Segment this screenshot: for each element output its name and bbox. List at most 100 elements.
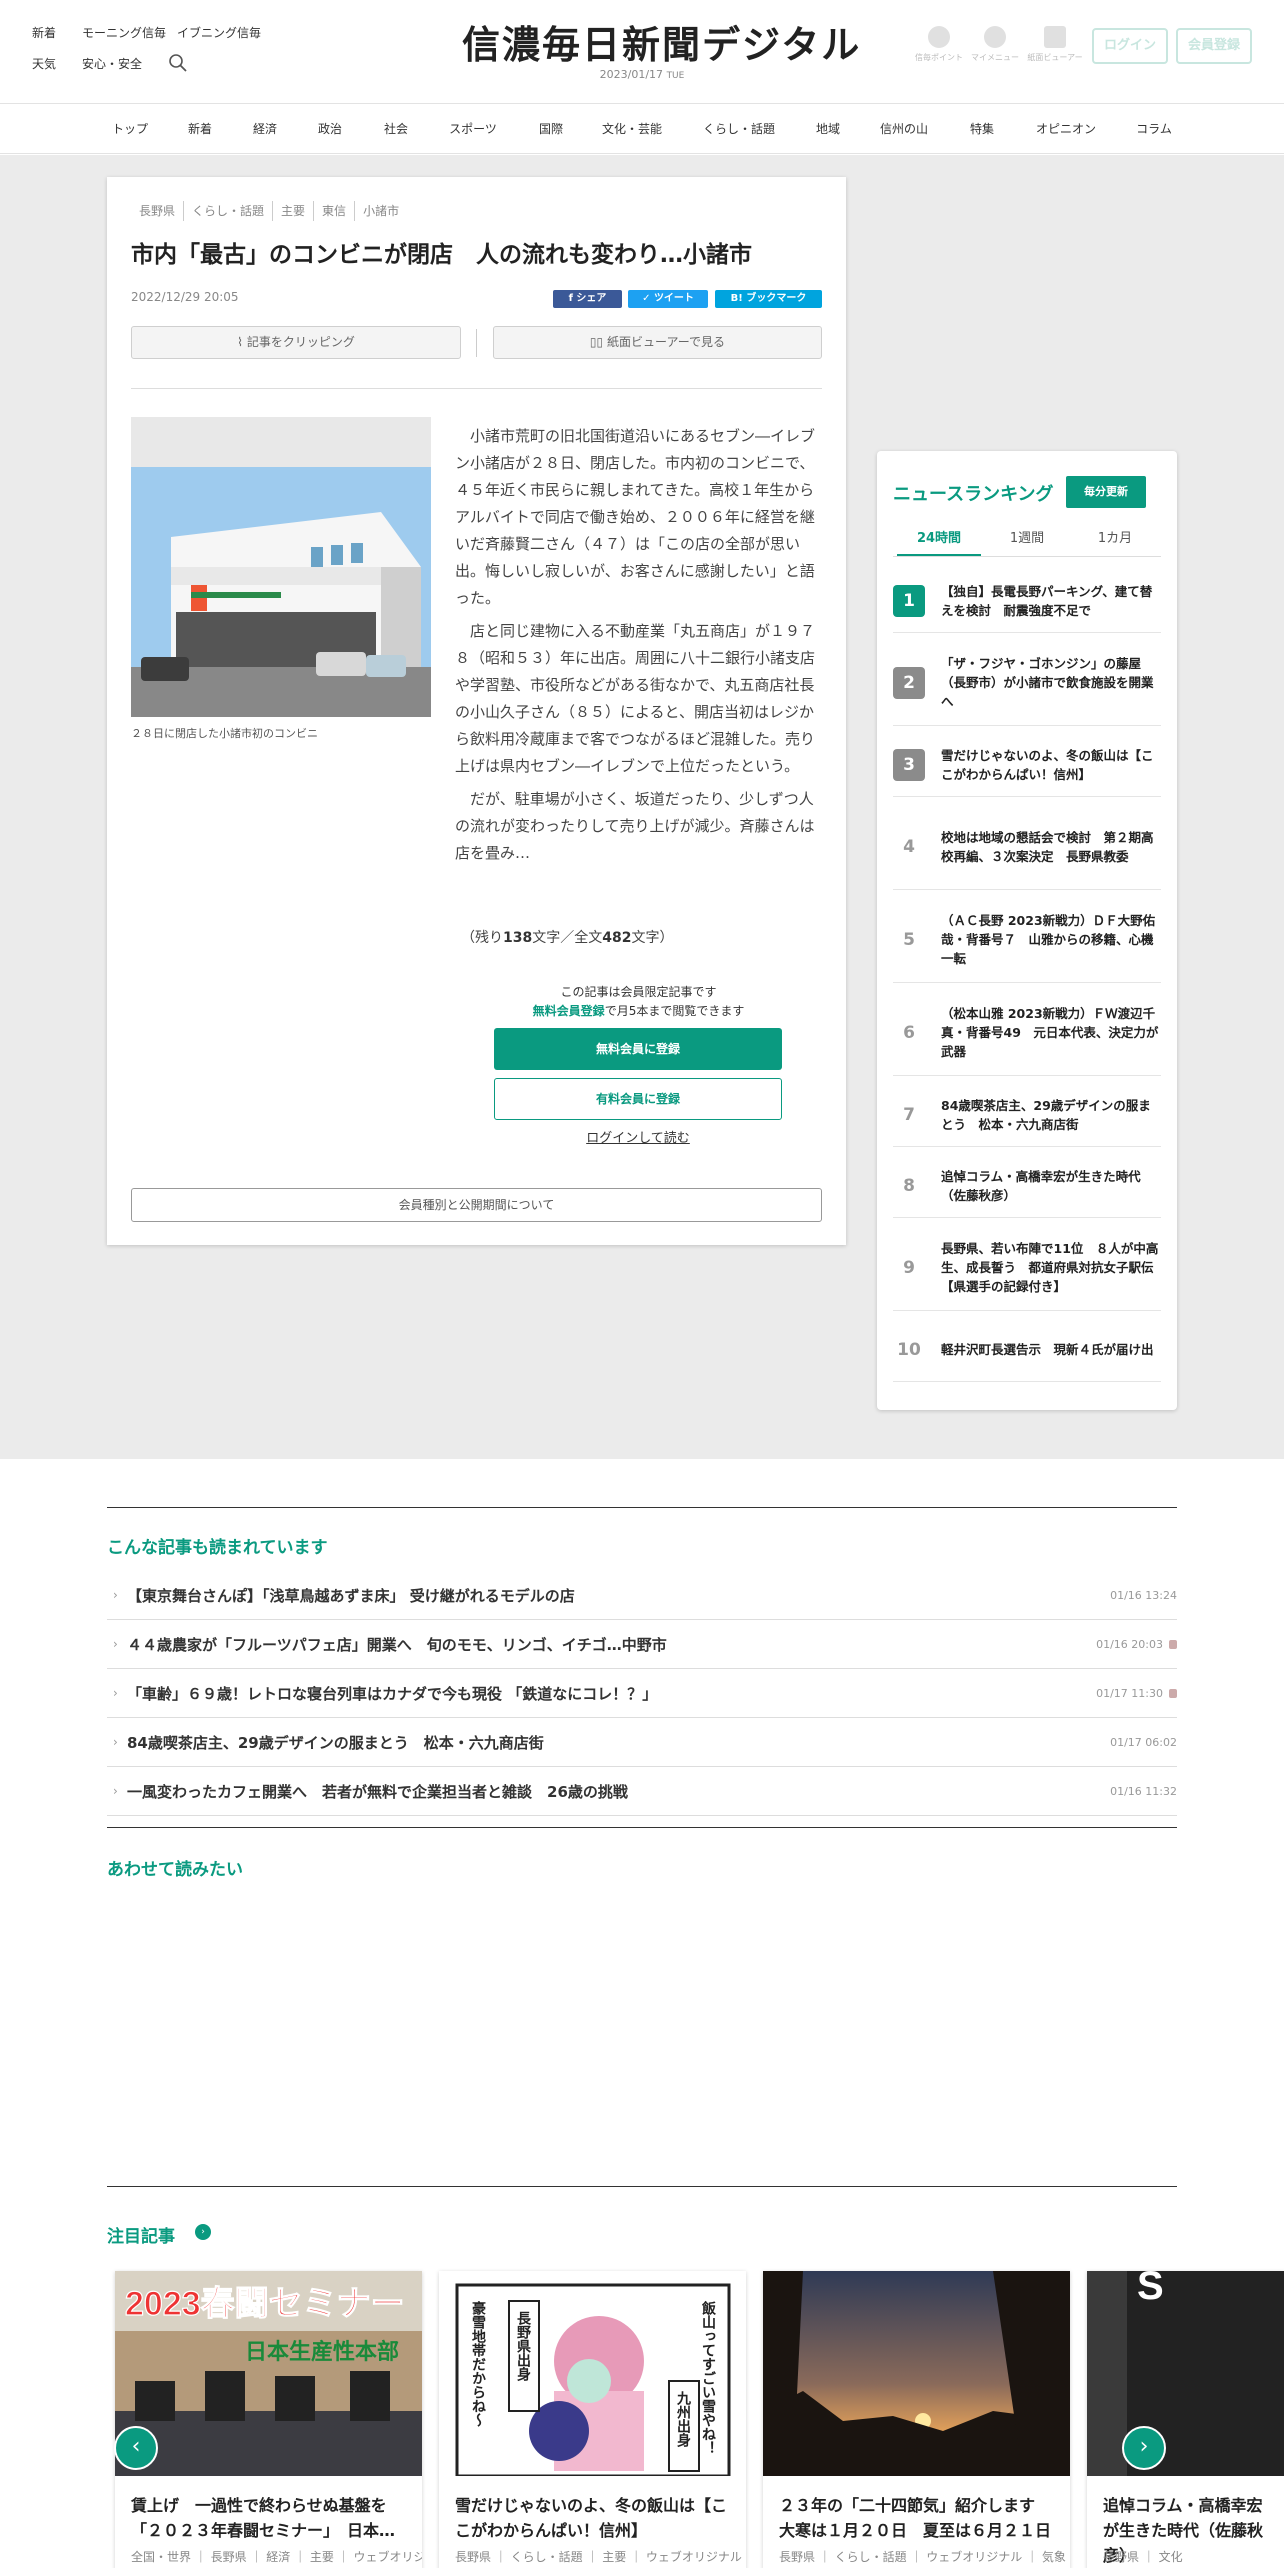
divider: [107, 1507, 1177, 1508]
tag-main[interactable]: 主要: [272, 201, 313, 221]
facebook-icon: f: [568, 293, 573, 304]
article-tags: 長野県 くらし・話題 主要 東信 小諸市: [131, 201, 407, 221]
chevron-right-icon[interactable]: ›: [195, 2224, 211, 2240]
ranking-number: 8: [903, 1175, 915, 1196]
ranking-item-title: 長野県、若い布陣で11位 ８人が中高生、成長誓う 都道府県対抗女子駅伝 【県選手…: [941, 1241, 1167, 1294]
also-read-date: 01/16 11:32: [1110, 1784, 1177, 1798]
share-facebook-button[interactable]: f シェア: [553, 290, 622, 308]
nav-mountains[interactable]: 信州の山: [880, 104, 928, 154]
tab-24h[interactable]: 24時間: [897, 529, 981, 557]
manga-label-text: 九州出身: [676, 2391, 692, 2448]
manga-bubble-text: 豪雪地帯だからね〜: [471, 2300, 487, 2428]
tweet-button[interactable]: ✓ ツイート: [628, 290, 708, 308]
featured-banner-subtext: 日本生産性本部: [245, 2339, 399, 2364]
also-read-item[interactable]: › 84歳喫茶店主、29歳デザインの服まとう 松本・六九商店街 01/17 06:0…: [107, 1718, 1177, 1767]
svg-text:S: S: [1137, 2271, 1164, 2308]
carousel-next-button[interactable]: ›: [1122, 2426, 1166, 2470]
also-read-item[interactable]: › ４４歳農家が「フルーツパフェ店」開業へ 旬のモモ、リンゴ、イチゴ…中野市 01/…: [107, 1620, 1177, 1669]
ranking-item[interactable]: 4 校地は地域の懇話会で検討 第２期高校再編、３次案決定 長野県教委: [893, 804, 1161, 890]
article-card: 長野県 くらし・話題 主要 東信 小諸市 市内「最古」のコンビニが閉店 人の流れ…: [107, 177, 846, 1245]
featured-card[interactable]: 豪雪地帯だからね〜 長野県出身 九州出身 飯山ってすごい雪やね！ 雪だけじゃない…: [439, 2271, 746, 2568]
tag-komoro[interactable]: 小諸市: [354, 201, 407, 221]
featured-image: [763, 2271, 1070, 2476]
ranking-item[interactable]: 5 （ＡＣ長野 2023新戦力）ＤＦ大野佑哉・背番号７ 山雅からの移籍、心機一転: [893, 897, 1161, 983]
bookmark-button[interactable]: B! ブックマーク: [715, 290, 822, 308]
ranking-item[interactable]: 7 84歳喫茶店主、29歳デザインの服まとう 松本・六九商店街: [893, 1083, 1161, 1147]
featured-card[interactable]: S 追悼コラム・高橋幸宏が生きた時代（佐藤秋彦） 長野県 ｜ 文化: [1087, 2271, 1284, 2568]
nav-new[interactable]: 新着: [188, 104, 212, 154]
nav-region[interactable]: 地域: [816, 104, 840, 154]
clip-article-button[interactable]: ⌇ 記事をクリッピング: [131, 326, 461, 359]
ranking-item[interactable]: 6 （松本山雅 2023新戦力）ＦＷ渡辺千真・背番号49 元日本代表、決定力が武器: [893, 990, 1161, 1076]
featured-image: 2023春闘セミナー 日本生産性本部: [115, 2271, 422, 2476]
tab-1month[interactable]: 1カ月: [1073, 529, 1157, 557]
ranking-number: 10: [897, 1339, 921, 1360]
ranking-item[interactable]: 10 軽井沢町長選告示 現新４氏が届け出: [893, 1318, 1161, 1382]
also-read-title: こんな記事も読まれています: [107, 1538, 328, 1558]
manga-bubble-text: 飯山ってすごい雪やね！: [701, 2300, 717, 2455]
nav-top[interactable]: トップ: [112, 104, 148, 154]
paperclip-icon: ⌇: [237, 335, 243, 349]
book-icon: ▯▯: [589, 335, 604, 349]
free-register-link[interactable]: 無料会員登録: [533, 1004, 605, 1018]
site-logo[interactable]: 信濃毎日新聞デジタル 2023/01/17 TUE: [462, 22, 859, 83]
paper-viewer-button[interactable]: ▯▯ 紙面ビューアーで見る: [493, 326, 822, 359]
ranking-item[interactable]: 1 【独自】長電長野パーキング、建て替えを検討 耐震強度不足で: [893, 569, 1161, 633]
register-button[interactable]: 会員登録: [1176, 28, 1252, 64]
search-icon[interactable]: [168, 53, 188, 73]
paper-viewer-icon[interactable]: 紙面ビューアー: [1020, 26, 1090, 63]
nav-world[interactable]: 国際: [539, 104, 563, 154]
ranking-number: 7: [903, 1104, 915, 1125]
divider: [131, 388, 822, 389]
nav-politics[interactable]: 政治: [318, 104, 342, 154]
nav-opinion[interactable]: オピニオン: [1036, 104, 1096, 154]
ranking-item-title: （松本山雅 2023新戦力）ＦＷ渡辺千真・背番号49 元日本代表、決定力が武器: [941, 1006, 1159, 1059]
nav-features[interactable]: 特集: [970, 104, 994, 154]
login-read-link[interactable]: ログインして読む: [494, 1127, 782, 1146]
free-register-button[interactable]: 無料会員に登録: [494, 1028, 782, 1070]
lock-icon: [1169, 1639, 1177, 1649]
featured-image: 豪雪地帯だからね〜 長野県出身 九州出身 飯山ってすごい雪やね！: [439, 2271, 746, 2478]
header-link-morning[interactable]: モーニング信毎: [82, 24, 166, 41]
tag-nagano[interactable]: 長野県: [131, 201, 183, 221]
nav-society[interactable]: 社会: [384, 104, 408, 154]
header-link-evening[interactable]: イブニング信毎: [177, 24, 261, 41]
ranking-item[interactable]: 2 「ザ・フジヤ・ゴホンジン」の藤屋（長野市）が小諸市で飲食施設を開業へ: [893, 640, 1161, 726]
header-link-safety[interactable]: 安心・安全: [82, 55, 142, 72]
chevron-right-icon: ›: [113, 1735, 118, 1749]
featured-card-title: ２３年の「二十四節気」紹介します 大寒は１月２０日 夏至は６月２１日: [779, 2496, 1052, 2540]
together-title: あわせて読みたい: [107, 1860, 243, 1880]
ranking-title: ニュースランキング: [893, 484, 1054, 505]
tab-1week[interactable]: 1週間: [985, 529, 1069, 557]
featured-card[interactable]: ２３年の「二十四節気」紹介します 大寒は１月２０日 夏至は６月２１日 長野県 ｜…: [763, 2271, 1070, 2568]
featured-card-title: 雪だけじゃないのよ、冬の飯山は【ここがわからんぱい！信州】: [455, 2496, 728, 2540]
ranking-item[interactable]: 8 追悼コラム・高橋幸宏が生きた時代（佐藤秋彦）: [893, 1154, 1161, 1218]
nav-sports[interactable]: スポーツ: [449, 104, 497, 154]
ranking-item[interactable]: 9 長野県、若い布陣で11位 ８人が中高生、成長誓う 都道府県対抗女子駅伝 【県選…: [893, 1225, 1167, 1311]
ranking-item[interactable]: 3 雪だけじゃないのよ、冬の飯山は【ここがわからんぱい！信州】: [893, 733, 1161, 797]
nav-economy[interactable]: 経済: [253, 104, 277, 154]
header-link-weather[interactable]: 天気: [32, 55, 56, 72]
also-read-item[interactable]: › 「車齢」６９歳！レトロな寝台列車はカナダで今も現役 「鉄道なにコレ！？」 01/…: [107, 1669, 1177, 1718]
article-photo[interactable]: [131, 417, 431, 717]
carousel-prev-button[interactable]: ‹: [114, 2426, 158, 2470]
divider: [107, 2186, 1177, 2187]
member-types-button[interactable]: 会員種別と公開期間について: [131, 1188, 822, 1222]
nav-life[interactable]: くらし・話題: [703, 104, 775, 154]
paid-register-button[interactable]: 有料会員に登録: [494, 1078, 782, 1120]
featured-card-tags: 長野県 ｜ くらし・話題 ｜ ウェブオリジナル ｜ 気象: [779, 2550, 1066, 2564]
header-link-new[interactable]: 新着: [32, 24, 56, 41]
chevron-right-icon: ›: [113, 1784, 118, 1798]
featured-card[interactable]: 2023春闘セミナー 日本生産性本部 賃上げ 一過性で終わらせぬ基盤を「２０２３…: [115, 2271, 422, 2568]
login-button[interactable]: ログイン: [1092, 28, 1168, 64]
also-read-title: ４４歳農家が「フルーツパフェ店」開業へ 旬のモモ、リンゴ、イチゴ…中野市: [127, 1635, 667, 1654]
article-body: 小諸市荒町の旧北国街道沿いにあるセブン―イレブン小諸店が２８日、閉店した。市内初…: [455, 423, 822, 873]
tag-life[interactable]: くらし・話題: [183, 201, 272, 221]
also-read-item[interactable]: › 【東京舞台さんぽ】「浅草鳥越あずま床」 受け継がれるモデルの店 01/16 13…: [107, 1571, 1177, 1620]
also-read-item[interactable]: › 一風変わったカフェ開業へ 若者が無料で企業担当者と雑談 26歳の挑戦 01/16…: [107, 1767, 1177, 1816]
nav-culture[interactable]: 文化・芸能: [602, 104, 662, 154]
nav-column[interactable]: コラム: [1136, 104, 1172, 154]
tag-toshin[interactable]: 東信: [313, 201, 354, 221]
global-nav: トップ 新着 経済 政治 社会 スポーツ 国際 文化・芸能 くらし・話題 地域 …: [0, 104, 1284, 154]
also-read-date: 01/17 11:30: [1096, 1686, 1163, 1700]
